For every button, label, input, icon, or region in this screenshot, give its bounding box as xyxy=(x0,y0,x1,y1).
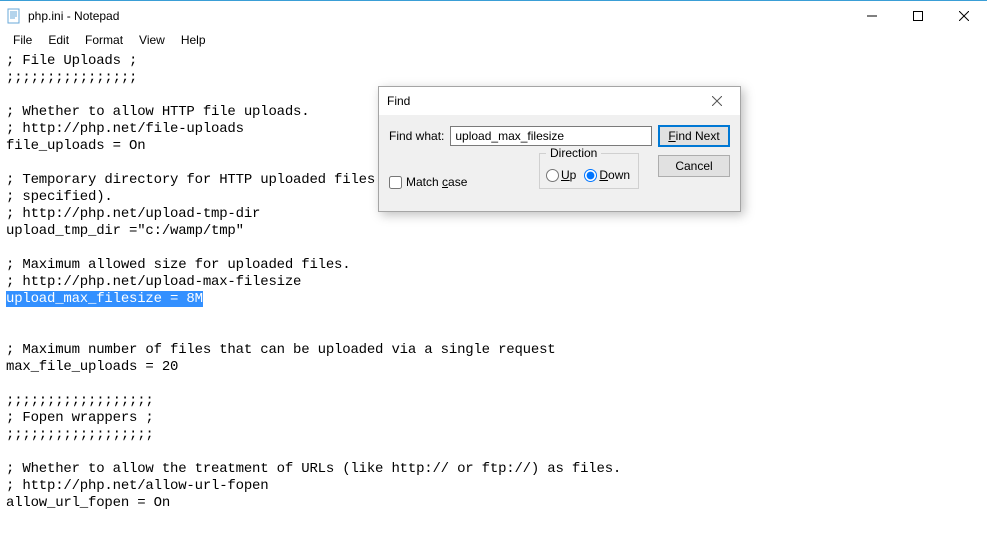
editor-line: upload_max_filesize = 8M xyxy=(6,291,981,308)
close-button[interactable] xyxy=(941,1,987,31)
editor-line: ;;;;;;;;;;;;;;;;;; xyxy=(6,427,981,444)
menu-help[interactable]: Help xyxy=(174,31,213,49)
window-titlebar: php.ini - Notepad xyxy=(0,1,987,31)
find-next-button[interactable]: Find Next xyxy=(658,125,730,147)
window-title: php.ini - Notepad xyxy=(28,9,119,23)
find-what-input[interactable] xyxy=(450,126,652,146)
editor-line: ; Maximum allowed size for uploaded file… xyxy=(6,257,981,274)
editor-line: ; File Uploads ; xyxy=(6,53,981,70)
match-case-checkbox[interactable] xyxy=(389,176,402,189)
find-dialog-body: Find what: Find Next Cancel Direction Up… xyxy=(379,115,740,211)
direction-up[interactable]: Up xyxy=(546,168,576,182)
window-controls xyxy=(849,1,987,31)
notepad-icon xyxy=(6,8,22,24)
direction-down-radio[interactable] xyxy=(584,169,597,182)
cancel-button[interactable]: Cancel xyxy=(658,155,730,177)
editor-line xyxy=(6,240,981,257)
editor-line: ; Fopen wrappers ; xyxy=(6,410,981,427)
editor-line: ;;;;;;;;;;;;;;;;;; xyxy=(6,393,981,410)
menubar: File Edit Format View Help xyxy=(0,31,987,51)
editor-line: allow_url_fopen = On xyxy=(6,495,981,512)
maximize-button[interactable] xyxy=(895,1,941,31)
editor-line: ; http://php.net/upload-max-filesize xyxy=(6,274,981,291)
editor-line: ; Maximum number of files that can be up… xyxy=(6,342,981,359)
find-dialog: Find Find what: Find Next Cancel Directi… xyxy=(378,86,741,212)
editor-line: ;;;;;;;;;;;;;;;; xyxy=(6,70,981,87)
editor-line xyxy=(6,325,981,342)
find-what-label: Find what: xyxy=(389,129,444,143)
find-dialog-titlebar: Find xyxy=(379,87,740,115)
direction-down[interactable]: Down xyxy=(584,168,630,182)
find-dialog-title: Find xyxy=(387,94,410,108)
match-case[interactable]: Match case xyxy=(389,175,467,189)
editor-line: ; http://php.net/allow-url-fopen xyxy=(6,478,981,495)
editor-line: upload_tmp_dir ="c:/wamp/tmp" xyxy=(6,223,981,240)
editor-line xyxy=(6,376,981,393)
direction-legend: Direction xyxy=(546,146,601,160)
direction-up-radio[interactable] xyxy=(546,169,559,182)
menu-view[interactable]: View xyxy=(132,31,172,49)
menu-format[interactable]: Format xyxy=(78,31,130,49)
direction-group: Direction Up Down xyxy=(539,153,639,189)
editor-line xyxy=(6,444,981,461)
menu-edit[interactable]: Edit xyxy=(41,31,76,49)
match-case-label: Match case xyxy=(406,175,467,189)
find-close-button[interactable] xyxy=(702,87,732,115)
editor-line xyxy=(6,308,981,325)
editor-line: ; Whether to allow the treatment of URLs… xyxy=(6,461,981,478)
editor-line: max_file_uploads = 20 xyxy=(6,359,981,376)
menu-file[interactable]: File xyxy=(6,31,39,49)
minimize-button[interactable] xyxy=(849,1,895,31)
